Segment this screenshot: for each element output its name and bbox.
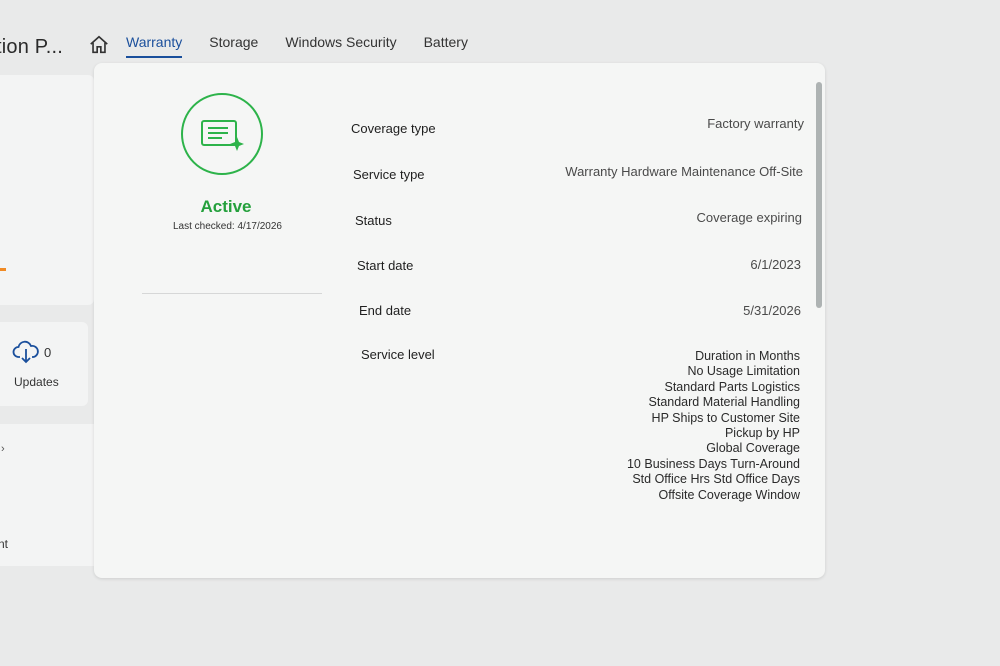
warranty-status: Active [200, 197, 252, 216]
scrollbar-thumb[interactable] [816, 82, 822, 308]
start-date-value: 6/1/2023 [750, 257, 801, 272]
service-level-list: Duration in Months No Usage Limitation S… [627, 349, 800, 503]
status-label: Status [355, 213, 392, 228]
tab-bar: Warranty Storage Windows Security Batter… [126, 30, 495, 58]
end-date-value: 5/31/2026 [743, 303, 801, 318]
service-level-item: Pickup by HP [724, 426, 800, 441]
left-card-partial-text: nt [0, 537, 9, 551]
tab-storage[interactable]: Storage [209, 30, 258, 58]
service-level-label: Service level [361, 347, 435, 362]
start-date-label: Start date [357, 258, 414, 273]
service-level-item: HP Ships to Customer Site [651, 410, 800, 425]
updates-count: 0 [44, 345, 52, 360]
divider [142, 293, 322, 294]
service-level-item: Standard Material Handling [648, 395, 800, 410]
service-level-item: Std Office Hrs Std Office Days [632, 472, 800, 487]
accent-indicator [0, 268, 6, 271]
app-title: tion P... [0, 36, 64, 58]
service-type-value: Warranty Hardware Maintenance Off-Site [565, 164, 803, 179]
left-card-bottom[interactable] [0, 424, 100, 566]
service-level-item: Duration in Months [695, 349, 800, 363]
warranty-document-icon [201, 120, 244, 151]
status-value: Coverage expiring [696, 210, 802, 225]
service-level-item: 10 Business Days Turn-Around [626, 456, 800, 471]
last-checked: Last checked: 4/17/2026 [173, 221, 282, 232]
service-level-item: Global Coverage [706, 441, 800, 456]
home-icon[interactable] [88, 34, 110, 56]
end-date-label: End date [359, 303, 412, 318]
coverage-type-value: Factory warranty [707, 116, 804, 131]
service-level-item: Standard Parts Logistics [664, 379, 801, 394]
chevron-right-icon: › [1, 443, 5, 455]
tab-windows-security[interactable]: Windows Security [285, 30, 396, 58]
cloud-download-icon [12, 340, 39, 364]
tab-warranty[interactable]: Warranty [126, 30, 183, 58]
service-type-label: Service type [353, 167, 425, 182]
updates-label: Updates [14, 375, 59, 389]
coverage-type-label: Coverage type [351, 121, 436, 136]
tab-battery[interactable]: Battery [424, 30, 468, 58]
service-level-item: No Usage Limitation [687, 364, 800, 379]
service-level-item: Offsite Coverage Window [658, 487, 801, 502]
left-card-top[interactable] [0, 75, 94, 305]
